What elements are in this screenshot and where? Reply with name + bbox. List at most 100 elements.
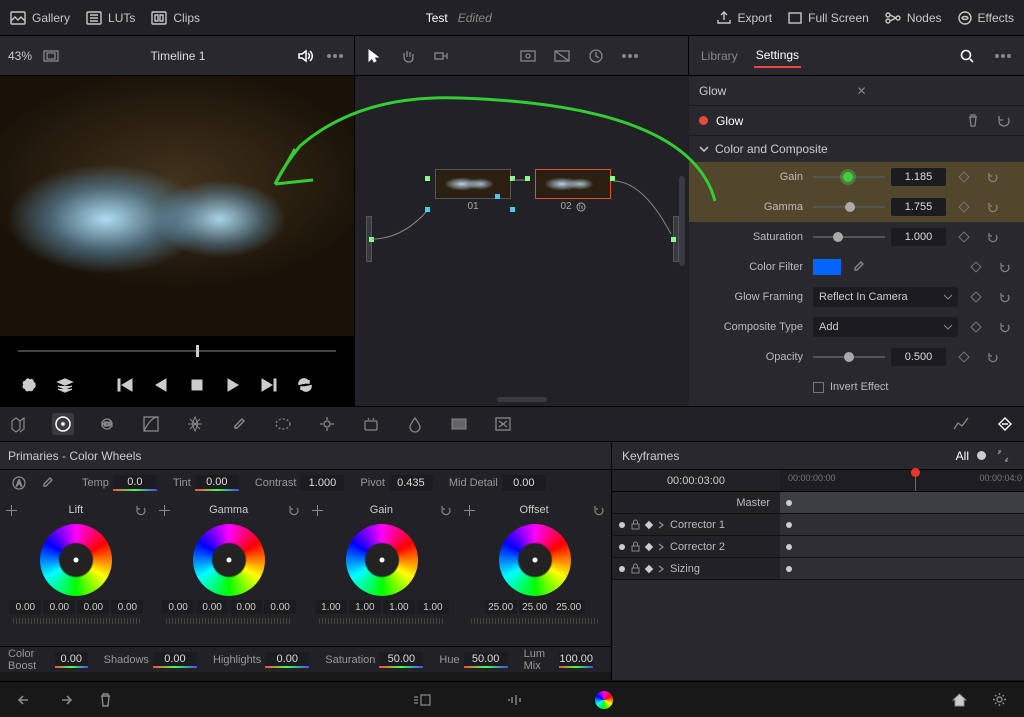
glowframing-select[interactable]: Reflect In Camera [813,287,958,307]
offset-value-1[interactable]: 25.00 [519,600,551,614]
clips-button[interactable]: Clips [151,11,200,25]
lift-target-icon[interactable] [6,505,17,516]
offset-reset-icon[interactable] [593,504,605,516]
node-add-icon[interactable] [431,45,453,67]
tracking-icon[interactable] [316,413,338,435]
nodes-button[interactable]: Nodes [885,11,942,25]
tab-library[interactable]: Library [699,45,740,67]
keyframes-playhead[interactable] [915,470,916,491]
color-wheels-icon[interactable] [52,413,74,435]
node-02[interactable]: 02fx [535,169,611,213]
gain-value-2[interactable]: 1.00 [383,600,415,614]
fullscreen-button[interactable]: Full Screen [788,11,869,25]
saturation-reset-icon[interactable] [982,226,1004,248]
split-icon[interactable] [551,45,573,67]
hdr-icon[interactable]: HDR [96,413,118,435]
fit-icon[interactable] [40,45,62,67]
lift-value-2[interactable]: 0.00 [77,600,109,614]
gamma-reset-icon[interactable] [288,504,300,516]
gain-value-3[interactable]: 1.00 [417,600,449,614]
trash-icon[interactable] [962,110,984,132]
chevron-right-icon[interactable] [658,543,665,551]
shadows-value[interactable]: 0.00 [153,652,197,668]
diamond-icon[interactable] [645,543,653,551]
window-icon[interactable] [272,413,294,435]
effects-button[interactable]: Effects [958,11,1014,25]
gain-value[interactable]: 1.185 [891,168,946,186]
gamma-value-1[interactable]: 0.00 [196,600,228,614]
play-reverse-icon[interactable] [150,374,172,396]
loop-icon[interactable] [294,374,316,396]
gain-value-1[interactable]: 1.00 [349,600,381,614]
gain-jog[interactable] [319,618,446,624]
highlight-icon[interactable] [517,45,539,67]
invert-effect-checkbox[interactable]: Invert Effect [813,381,889,393]
play-icon[interactable] [222,374,244,396]
page-fairlight-icon[interactable] [503,689,525,711]
kf-master-track[interactable] [780,492,1024,513]
gamma-value[interactable]: 1.755 [891,198,946,216]
loop-area-icon[interactable] [18,374,40,396]
more-viewer-icon[interactable] [324,45,346,67]
luts-button[interactable]: LUTs [86,11,135,25]
chevron-right-icon[interactable] [658,521,665,529]
chevron-right-icon[interactable] [658,565,665,573]
gain-reset-icon[interactable] [982,166,1004,188]
keyframes-dot-icon[interactable] [977,451,986,460]
close-icon[interactable]: ✕ [857,84,1015,98]
kf-track-0-header[interactable]: Corrector 1 [612,514,780,535]
gamma-value-3[interactable]: 0.00 [264,600,296,614]
page-color-icon[interactable] [595,691,613,709]
contrast-value[interactable]: 1.000 [300,475,344,491]
gamma-wheel[interactable] [193,524,265,596]
gain-reset-icon[interactable] [440,504,452,516]
gamma-jog[interactable] [166,618,293,624]
node-resize-handle[interactable] [497,397,547,402]
color-warper-icon[interactable] [184,413,206,435]
gain-value-0[interactable]: 1.00 [315,600,347,614]
lift-reset-icon[interactable] [135,504,147,516]
kf-master-label[interactable]: Master [612,492,780,513]
offset-value-0[interactable]: 25.00 [485,600,517,614]
lummix-value[interactable]: 100.00 [559,652,593,668]
composite-select[interactable]: Add [813,317,958,337]
pick-white-icon[interactable] [36,472,58,494]
info-panel-icon[interactable] [994,413,1016,435]
kf-track-2-lane[interactable] [780,558,1024,579]
lift-value-3[interactable]: 0.00 [111,600,143,614]
lock-icon[interactable] [631,520,640,530]
zoom-value[interactable]: 43% [8,49,32,63]
saturation-keyframe-icon[interactable] [958,231,969,242]
colorboost-value[interactable]: 0.00 [55,652,88,668]
gamma-value-0[interactable]: 0.00 [162,600,194,614]
keyframes-all[interactable]: All [956,449,969,463]
keyframe-panel-icon[interactable] [950,413,972,435]
auto-balance-icon[interactable]: A [8,472,30,494]
lock-icon[interactable] [631,542,640,552]
camera-raw-icon[interactable] [8,413,30,435]
offset-wheel[interactable] [499,524,571,596]
keyframes-expand-icon[interactable] [992,445,1014,467]
node-01[interactable]: 01 [435,169,511,213]
gallery-button[interactable]: Gallery [10,11,70,25]
gamma-value-2[interactable]: 0.00 [230,600,262,614]
gain-slider[interactable] [813,176,885,178]
tab-settings[interactable]: Settings [754,44,801,68]
kf-track-1-lane[interactable] [780,536,1024,557]
qualifier-icon[interactable] [228,413,250,435]
composite-reset-icon[interactable] [994,316,1016,338]
keyframes-ruler[interactable]: 00:00:00:00 00:00:04:0 [780,470,1024,491]
lift-value-0[interactable]: 0.00 [9,600,41,614]
magic-mask-icon[interactable] [360,413,382,435]
more-effect-icon[interactable] [992,45,1014,67]
highlights-value[interactable]: 0.00 [265,652,309,668]
hand-icon[interactable] [397,45,419,67]
kf-track-0-lane[interactable] [780,514,1024,535]
tint-value[interactable]: 0.00 [195,475,239,491]
redo-icon[interactable] [54,689,76,711]
more-node-icon[interactable] [619,45,641,67]
kf-track-1-header[interactable]: Corrector 2 [612,536,780,557]
page-edit-icon[interactable] [411,689,433,711]
lift-jog[interactable] [13,618,140,624]
stop-icon[interactable] [186,374,208,396]
